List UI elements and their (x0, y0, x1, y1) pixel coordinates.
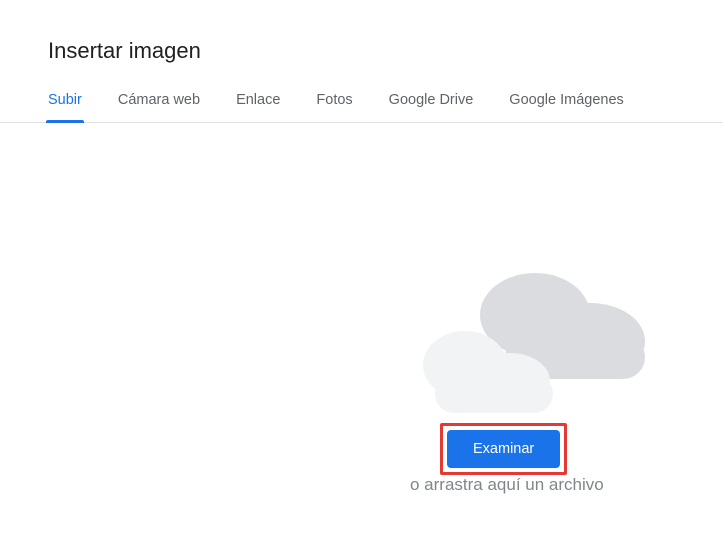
dialog-title: Insertar imagen (0, 0, 723, 64)
tab-label: Google Drive (389, 92, 474, 108)
tab-label: Enlace (236, 92, 280, 108)
clouds-icon (390, 253, 650, 423)
tab-photos[interactable]: Fotos (316, 92, 352, 122)
upload-stage[interactable]: Examinar o arrastra aquí un archivo (0, 123, 723, 523)
tab-webcam[interactable]: Cámara web (118, 92, 200, 122)
tab-upload[interactable]: Subir (48, 92, 82, 122)
tab-label: Subir (48, 92, 82, 108)
tab-google-drive[interactable]: Google Drive (389, 92, 474, 122)
tabs-bar: Subir Cámara web Enlace Fotos Google Dri… (0, 64, 723, 123)
browse-button[interactable]: Examinar (447, 430, 560, 468)
tab-label: Cámara web (118, 92, 200, 108)
browse-button-highlight: Examinar (440, 423, 567, 475)
tab-label: Google Imágenes (509, 92, 623, 108)
tab-link[interactable]: Enlace (236, 92, 280, 122)
insert-image-dialog: Insertar imagen Subir Cámara web Enlace … (0, 0, 723, 523)
drag-hint-text: o arrastra aquí un archivo (410, 475, 604, 495)
tab-label: Fotos (316, 92, 352, 108)
tab-google-images[interactable]: Google Imágenes (509, 92, 623, 122)
